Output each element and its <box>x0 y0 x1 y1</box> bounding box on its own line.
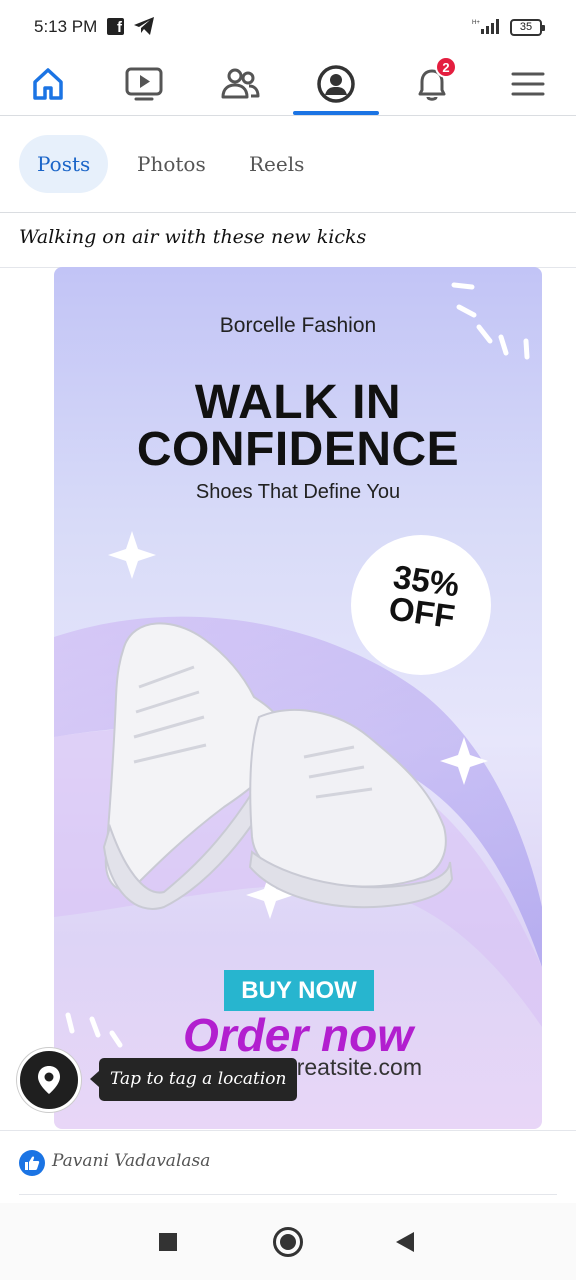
ad-brand: Borcelle Fashion <box>219 314 377 337</box>
location-tooltip: Tap to tag a location <box>89 1058 298 1101</box>
status-bar: 5:13 PM f H+ 35 <box>0 0 576 54</box>
nav-friends[interactable] <box>210 54 270 114</box>
top-navigation: 2 <box>0 54 576 116</box>
battery-icon: 35 <box>510 19 545 36</box>
ad-discount-label: OFF <box>386 589 458 636</box>
active-tab-indicator <box>293 111 379 115</box>
tab-posts[interactable]: Posts <box>19 135 109 193</box>
menu-icon <box>511 72 545 96</box>
tag-location-button[interactable] <box>17 1048 81 1112</box>
home-icon <box>33 68 63 100</box>
like-reaction-icon[interactable] <box>19 1150 45 1176</box>
back-button[interactable] <box>396 1232 414 1252</box>
battery-level: 35 <box>519 21 533 33</box>
notification-badge: 2 <box>435 56 457 78</box>
reaction-user-name[interactable]: Pavani Vadavalasa <box>52 1151 210 1171</box>
facebook-notification-icon: f <box>107 18 124 36</box>
nav-profile[interactable] <box>306 54 366 114</box>
ad-headline: WALK IN CONFIDENCE <box>54 376 542 476</box>
friends-icon <box>221 68 260 99</box>
divider <box>0 1130 576 1131</box>
home-button[interactable] <box>273 1227 303 1257</box>
ad-buy-now-label: BUY NOW <box>224 970 374 1011</box>
nav-notifications[interactable]: 2 <box>402 54 462 114</box>
nav-home[interactable] <box>18 54 78 114</box>
tab-photos[interactable]: Photos <box>119 135 224 193</box>
tab-reels[interactable]: Reels <box>231 135 322 193</box>
divider <box>19 1194 557 1195</box>
svg-text:H+: H+ <box>472 20 480 26</box>
location-pin-icon <box>38 1066 60 1094</box>
ad-tagline: Shoes That Define You <box>195 481 401 503</box>
watch-video-icon <box>125 67 163 101</box>
signal-icon: H+ <box>472 19 499 34</box>
ad-headline-line1: WALK IN <box>194 376 402 429</box>
ad-discount-badge: 35% OFF <box>351 535 491 675</box>
profile-icon <box>317 65 355 103</box>
telegram-notification-icon <box>134 17 154 35</box>
nav-menu[interactable] <box>498 54 558 114</box>
recents-button[interactable] <box>159 1233 177 1251</box>
system-navigation-bar <box>0 1203 576 1280</box>
post-image[interactable]: Borcelle Fashion WALK IN CONFIDENCE Shoe… <box>54 267 542 1129</box>
ad-headline-line2: CONFIDENCE <box>136 423 460 476</box>
thumbs-up-icon <box>25 1156 40 1170</box>
ad-order-now-text: Order now <box>182 1009 414 1061</box>
status-time: 5:13 PM <box>34 17 98 36</box>
nav-watch[interactable] <box>114 54 174 114</box>
profile-tabs: Posts Photos Reels <box>0 116 576 213</box>
post-caption: Walking on air with these new kicks <box>19 226 367 248</box>
